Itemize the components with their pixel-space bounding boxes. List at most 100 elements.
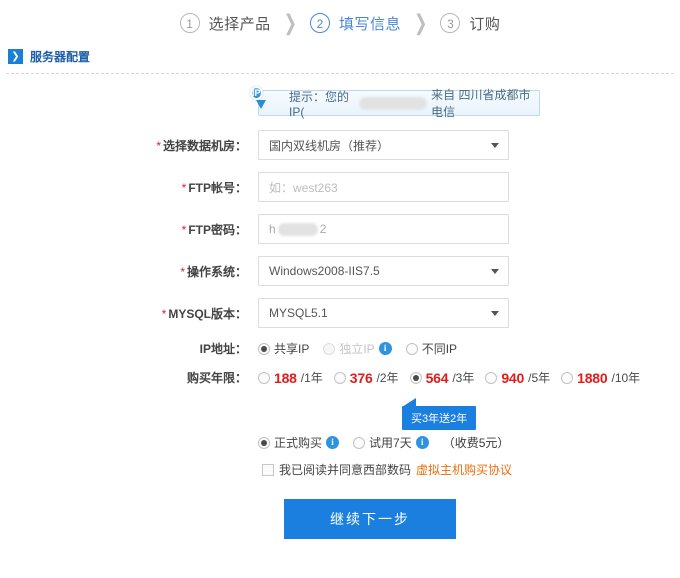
form-row-datacenter: * 选择数据机房： 国内双线机房（推荐） (0, 130, 680, 160)
ip-notice-container: IP 提示：您的IP( 来自 四川省成都市电信 (0, 74, 680, 119)
form-row-mysql: * MYSQL版本： MYSQL5.1 (0, 298, 680, 328)
input-ftp-password-value-start: h (269, 222, 276, 236)
submit-container: 继续下一步 (0, 478, 680, 539)
radio-icon (353, 436, 366, 449)
label-datacenter: * 选择数据机房： (0, 137, 258, 154)
server-config-form: * 选择数据机房： 国内双线机房（推荐） * FTP帐号： 如：west263 * F… (0, 116, 680, 539)
label-ftp-account-text: FTP帐号： (188, 180, 247, 195)
ip-redacted-value (358, 96, 428, 110)
step-label-1: 选择产品 (208, 15, 271, 33)
radio-option-different-ip[interactable]: 不同IP (405, 340, 457, 357)
info-icon[interactable]: i (415, 436, 429, 449)
form-row-ftp-password: * FTP密码： h 2 (0, 214, 680, 244)
label-term: 购买年限： (186, 371, 247, 385)
radio-icon (258, 342, 270, 355)
label-mysql-text: MYSQL版本： (168, 306, 247, 321)
form-row-term: 购买年限： 188 /1年 376 /2年 564 /3年 940 /5年 18… (0, 369, 680, 386)
info-icon[interactable]: i (378, 342, 392, 355)
agreement-link[interactable]: 虚拟主机购买协议 (416, 461, 512, 478)
input-ftp-account[interactable]: 如：west263 (258, 172, 509, 202)
term-price: 564 (425, 369, 449, 386)
radio-group-term: 188 /1年 376 /2年 564 /3年 940 /5年 1880 /10… (258, 369, 651, 386)
radio-option-term-10y[interactable]: 1880 /10年 (561, 369, 640, 386)
radio-option-term-5y[interactable]: 940 /5年 (485, 369, 550, 386)
form-row-os: * 操作系统： Windows2008-IIS7.5 (0, 256, 680, 286)
radio-option-trial-7days[interactable]: 试用7天 i (353, 434, 429, 451)
select-mysql-value: MYSQL5.1 (269, 306, 328, 320)
input-ftp-password[interactable]: h 2 (258, 214, 509, 244)
label-os-text: 操作系统： (186, 264, 247, 279)
input-ftp-account-placeholder: 如：west263 (269, 180, 338, 195)
select-mysql[interactable]: MYSQL5.1 (258, 298, 509, 328)
radio-label: 试用7天 (369, 436, 412, 450)
radio-option-formal-purchase[interactable]: 正式购买 i (258, 434, 340, 451)
term-unit: /10年 (611, 371, 641, 385)
required-asterisk: * (180, 264, 185, 279)
info-icon[interactable]: i (326, 436, 340, 449)
radio-option-dedicated-ip[interactable]: 独立IP i (323, 340, 392, 357)
step-label-3: 订购 (469, 15, 501, 33)
form-row-ftp-account: * FTP帐号： 如：west263 (0, 172, 680, 202)
step-item-2[interactable]: 2 填写信息 (309, 13, 401, 34)
radio-label: 共享IP (274, 342, 310, 356)
radio-icon (561, 371, 574, 384)
term-price: 1880 (577, 369, 608, 386)
select-datacenter[interactable]: 国内双线机房（推荐） (258, 130, 509, 160)
step-number-1: 1 (179, 13, 200, 33)
section-title: 服务器配置 (30, 50, 91, 64)
radio-icon (405, 342, 418, 355)
term-unit: /2年 (376, 371, 399, 385)
radio-icon (409, 371, 422, 384)
label-mysql: * MYSQL版本： (0, 305, 258, 322)
ip-notice-suffix: 来自 四川省成都市电信 (431, 88, 531, 119)
chevron-right-icon: ❯ (8, 49, 23, 64)
term-price: 188 (274, 369, 297, 386)
radio-label: 独立IP (339, 342, 375, 356)
ip-pin-label: IP (250, 86, 263, 100)
chevron-down-icon (491, 143, 499, 148)
term-price: 940 (501, 369, 525, 386)
chevron-down-icon (491, 269, 499, 274)
step-label-2: 填写信息 (338, 15, 401, 33)
label-ip-address: IP地址： (199, 342, 247, 356)
radio-option-term-2y[interactable]: 376 /2年 (333, 369, 399, 386)
ftp-password-redacted (277, 222, 318, 236)
term-unit: /1年 (300, 371, 323, 385)
radio-option-term-3y[interactable]: 564 /3年 (409, 369, 475, 386)
radio-icon (258, 371, 270, 384)
step-item-1[interactable]: 1 选择产品 (179, 13, 271, 34)
label-ftp-password: * FTP密码： (0, 221, 258, 238)
ip-pin-icon: IP (250, 83, 275, 109)
form-row-ip-address: IP地址： 共享IP 独立IP i 不同IP (0, 340, 680, 357)
label-ftp-password-text: FTP密码： (188, 222, 247, 237)
select-os[interactable]: Windows2008-IIS7.5 (258, 256, 509, 286)
label-os: * 操作系统： (0, 263, 258, 280)
step-item-3[interactable]: 3 订购 (440, 13, 500, 34)
term-unit: /5年 (528, 371, 551, 385)
step-number-3: 3 (440, 13, 461, 33)
term-price: 376 (349, 369, 373, 386)
promo-tooltip: 买3年送2年 (402, 406, 477, 430)
step-indicator: 1 选择产品 ❯ 2 填写信息 ❯ 3 订购 (0, 0, 680, 44)
radio-icon (485, 371, 498, 384)
agreement-text: 我已阅读并同意西部数码 (279, 463, 412, 477)
step-number-2: 2 (309, 13, 330, 33)
radio-option-term-1y[interactable]: 188 /1年 (258, 369, 323, 386)
form-row-agreement: 我已阅读并同意西部数码 虚拟主机购买协议 (0, 461, 680, 478)
radio-group-buy-type: 正式购买 i 试用7天 i （收费5元） (258, 434, 680, 451)
form-row-buy-type: 正式购买 i 试用7天 i （收费5元） (0, 434, 680, 451)
radio-option-shared-ip[interactable]: 共享IP (258, 340, 309, 357)
step-separator-icon: ❯ (414, 12, 428, 36)
label-datacenter-text: 选择数据机房： (162, 138, 247, 153)
term-unit: /3年 (452, 371, 475, 385)
radio-label: 正式购买 (274, 436, 323, 450)
ip-notice: IP 提示：您的IP( 来自 四川省成都市电信 (250, 86, 540, 119)
input-ftp-password-value-end: 2 (319, 222, 327, 236)
ip-pin-tail (256, 100, 266, 109)
chevron-down-icon (491, 311, 499, 316)
continue-next-step-button[interactable]: 继续下一步 (284, 499, 456, 539)
label-ftp-account: * FTP帐号： (0, 179, 258, 196)
radio-group-ip-address: 共享IP 独立IP i 不同IP (258, 340, 471, 357)
radio-icon (258, 436, 270, 449)
agreement-checkbox[interactable] (262, 463, 274, 476)
